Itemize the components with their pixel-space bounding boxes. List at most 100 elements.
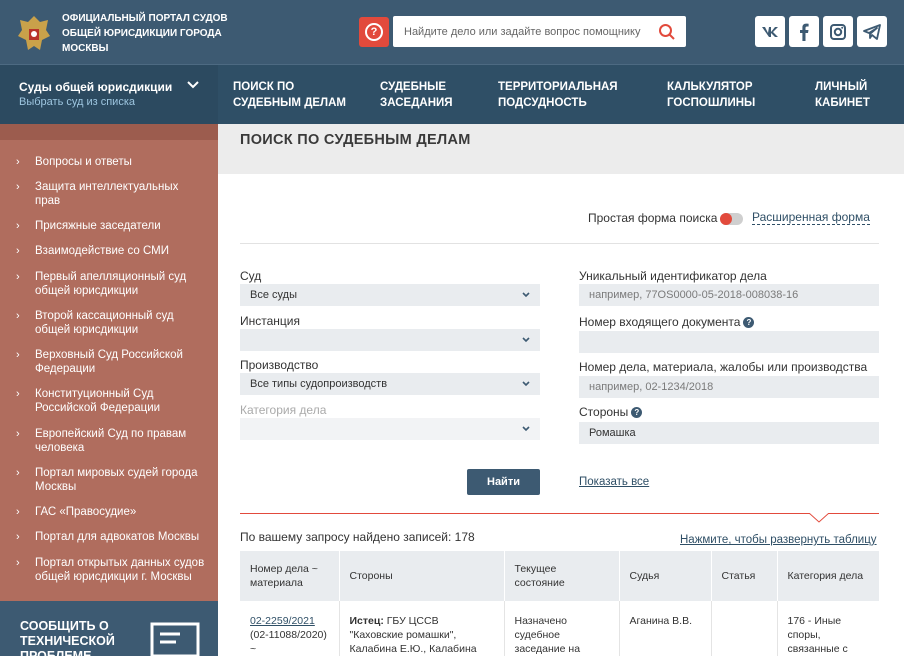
sidebar-item-jurors[interactable]: › Присяжные заседатели — [0, 219, 218, 233]
show-all-link[interactable]: Показать все — [579, 476, 649, 488]
sidebar-item-supreme-court[interactable]: › Верховный Суд Российской Федерации — [0, 348, 218, 376]
sidebar-item-label: Конституционный Суд Российской Федерации — [35, 388, 161, 414]
sidebar-item-lawyers-portal[interactable]: › Портал для адвокатов Москвы — [0, 530, 218, 544]
nav-personal-account[interactable]: Личный кабинет — [815, 79, 870, 111]
chevron-right-icon: › — [16, 506, 20, 518]
report-problem-button[interactable]: Сообщить о технической проблеме — [0, 601, 218, 656]
column-header: Текущее состояние — [504, 551, 620, 601]
sidebar-item-constitutional-court[interactable]: › Конституционный Суд Российской Федераци… — [0, 387, 218, 415]
sidebar-item-label: Портал открытых данных судов общей юрисд… — [35, 557, 205, 583]
chevron-down-icon — [522, 381, 530, 387]
page-title: Поиск по судебным делам — [240, 132, 471, 148]
extended-form-link[interactable]: Расширенная форма — [752, 211, 870, 225]
search-box — [393, 16, 686, 47]
column-header[interactable]: Номер дела ~ материала — [240, 551, 340, 601]
nav-fee-calculator[interactable]: Калькулятор госпошлины — [667, 79, 755, 111]
nav-court-sessions[interactable]: Судебные заседания — [380, 79, 453, 111]
chevron-down-icon — [522, 426, 530, 432]
uid-input[interactable]: например, 77OS0000-05-2018-008038-16 — [579, 284, 879, 306]
case-number-cell: 02-2259/2021 (02-11088/2020) ~ — [240, 601, 340, 656]
simple-form-label: Простая форма поиска — [588, 211, 718, 225]
judge-cell: Аганина В.В. — [619, 601, 712, 656]
divider — [240, 243, 879, 244]
chevron-right-icon: › — [16, 349, 20, 361]
court-label: Суд — [240, 269, 262, 283]
help-icon[interactable]: ? — [743, 317, 755, 329]
table-row: 02-2259/2021 (02-11088/2020) ~ Истец: ГБУ… — [240, 601, 879, 656]
parties-label: Стороны? — [579, 405, 643, 419]
question-icon: ? — [365, 23, 383, 41]
search-icon[interactable] — [658, 23, 676, 41]
sidebar-item-label: Верховный Суд Российской Федерации — [35, 349, 183, 375]
chevron-down-icon — [522, 292, 530, 298]
telegram-icon[interactable] — [857, 16, 887, 47]
find-button[interactable]: Найти — [467, 469, 540, 495]
chevron-right-icon: › — [16, 531, 20, 543]
uid-label: Уникальный идентификатор дела — [579, 269, 767, 283]
table-header-row: Номер дела ~ материала Стороны Текущее с… — [240, 551, 879, 601]
incoming-doc-input[interactable] — [579, 331, 879, 353]
case-extra: (02-11088/2020) ~ — [250, 629, 327, 655]
help-icon[interactable]: ? — [631, 407, 643, 419]
chevron-right-icon: › — [16, 271, 20, 283]
expand-table-link[interactable]: Нажмите, чтобы развернуть таблицу — [680, 534, 877, 546]
court-select-dropdown[interactable]: Суды общей юрисдикции Выбрать суд из спи… — [0, 65, 218, 125]
results-divider — [240, 513, 879, 514]
header: Официальный портал судов общей юрисдикци… — [0, 0, 904, 64]
facebook-icon[interactable] — [789, 16, 819, 47]
results-count: По вашему запросу найдено записей: 178 — [240, 530, 475, 544]
results-table: Номер дела ~ материала Стороны Текущее с… — [240, 551, 879, 656]
chevron-right-icon: › — [16, 245, 20, 257]
coat-of-arms-logo[interactable] — [14, 12, 54, 54]
sidebar-item-second-cassation[interactable]: › Второй кассационный суд общей юрисдикци… — [0, 309, 218, 337]
chevron-right-icon: › — [16, 310, 20, 322]
chevron-right-icon: › — [16, 428, 20, 440]
category-cell: 176 - Иные споры, связанные с — [787, 615, 848, 655]
column-header: Категория дела — [777, 551, 879, 601]
case-link[interactable]: 02-2259/2021 — [250, 615, 315, 627]
chevron-right-icon: › — [16, 557, 20, 569]
sidebar-item-label: Портал мировых судей города Москвы — [35, 467, 198, 493]
sidebar-item-label: ГАС «Правосудие» — [35, 506, 137, 518]
nav-case-search[interactable]: Поиск по судебным делам — [233, 79, 346, 111]
proceeding-select-value: Все типы судопроизводств — [250, 378, 388, 390]
instagram-icon[interactable] — [823, 16, 853, 47]
chevron-down-icon — [187, 81, 199, 89]
sidebar-item-magistrates[interactable]: › Портал мировых судей города Москвы — [0, 466, 218, 494]
nav-jurisdiction[interactable]: Территориальная подсудность — [498, 79, 618, 111]
proceeding-select[interactable]: Все типы судопроизводств — [240, 373, 540, 395]
chevron-right-icon: › — [16, 388, 20, 400]
article-cell — [711, 601, 778, 656]
court-select[interactable]: Все суды — [240, 284, 540, 306]
portal-title[interactable]: Официальный портал судов общей юрисдикци… — [62, 11, 232, 56]
chevron-right-icon: › — [16, 220, 20, 232]
search-input[interactable] — [393, 16, 648, 47]
instance-select[interactable] — [240, 329, 540, 351]
chevron-right-icon: › — [16, 181, 20, 193]
category-select[interactable] — [240, 418, 540, 440]
sidebar-item-first-appeal[interactable]: › Первый апелляционный суд общей юрисдикц… — [0, 270, 218, 298]
sidebar-item-label: Взаимодействие со СМИ — [35, 245, 169, 257]
sidebar-item-gas-pravosudie[interactable]: › ГАС «Правосудие» — [0, 505, 218, 519]
vk-icon[interactable] — [755, 16, 785, 47]
parties-cell: Истец: ГБУ ЦССВ "Каховские ромашки", Кал… — [339, 601, 505, 656]
sidebar-item-media[interactable]: › Взаимодействие со СМИ — [0, 244, 218, 258]
sidebar-item-label: Первый апелляционный суд общей юрисдикци… — [35, 271, 187, 297]
sidebar-item-echr[interactable]: › Европейский Суд по правам человека — [0, 427, 218, 455]
column-header: Стороны — [339, 551, 505, 601]
proceeding-label: Производство — [240, 358, 319, 372]
court-select-value: Все суды — [250, 289, 297, 301]
collapse-arrow-icon[interactable] — [809, 513, 829, 523]
help-button[interactable]: ? — [359, 17, 389, 47]
report-problem-label: Сообщить о технической проблеме — [20, 619, 115, 656]
sidebar-item-faq[interactable]: › Вопросы и ответы — [0, 155, 218, 169]
sidebar-top-band — [0, 124, 218, 140]
search-mode-toggle[interactable] — [720, 213, 743, 225]
incoming-doc-label: Номер входящего документа? — [579, 315, 755, 329]
case-number-input[interactable]: например, 02-1234/2018 — [579, 376, 879, 398]
case-number-label: Номер дела, материала, жалобы или произв… — [579, 360, 868, 374]
sidebar-item-ip[interactable]: › Защита интеллектуальных прав — [0, 180, 218, 208]
sidebar-item-open-data[interactable]: › Портал открытых данных судов общей юрис… — [0, 556, 218, 584]
parties-input[interactable]: Ромашка — [579, 422, 879, 444]
sidebar-item-label: Портал для адвокатов Москвы — [35, 531, 200, 543]
